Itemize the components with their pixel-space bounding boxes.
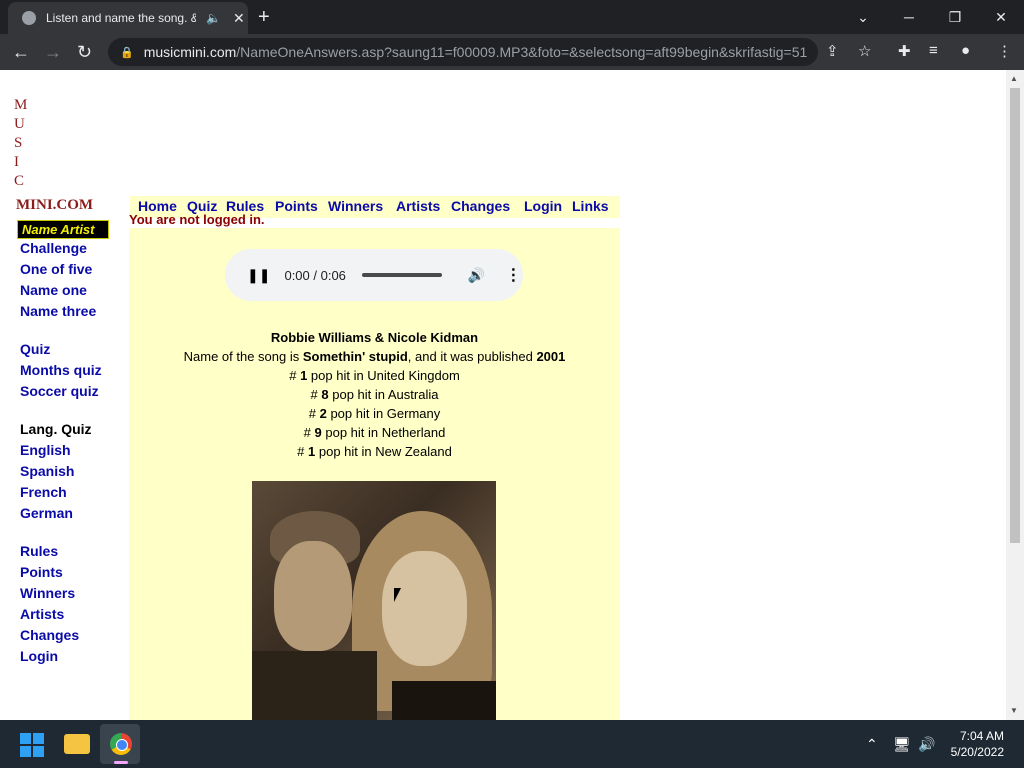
scroll-up-icon[interactable]: ▲ <box>1010 74 1018 83</box>
nav-links[interactable]: Links <box>572 198 609 214</box>
menu-one-of-five[interactable]: One of five <box>20 259 102 280</box>
artist-photo <box>252 481 496 720</box>
chart-line: # 8 pop hit in Australia <box>310 387 439 402</box>
close-tab-icon[interactable]: ✕ <box>233 10 245 27</box>
volume-icon[interactable]: 🔊 <box>468 267 485 284</box>
more-options-icon[interactable]: ⋮ <box>505 265 521 285</box>
browser-toolbar: ← → ↻ 🔒 musicmini.com/NameOneAnswers.asp… <box>0 34 1024 70</box>
menu-rules[interactable]: Rules <box>20 541 102 562</box>
scroll-down-icon[interactable]: ▼ <box>1010 706 1018 715</box>
nav-winners[interactable]: Winners <box>328 198 383 214</box>
menu-login[interactable]: Login <box>20 646 102 667</box>
chrome-taskbar-icon[interactable] <box>100 724 140 764</box>
speaker-icon[interactable]: 🔈 <box>206 11 221 25</box>
chart-line: # 2 pop hit in Germany <box>308 406 441 421</box>
menu-french[interactable]: French <box>20 482 102 503</box>
chart-line: # 1 pop hit in United Kingdom <box>289 368 460 383</box>
pause-icon[interactable]: ❚❚ <box>247 267 270 284</box>
menu-challenge[interactable]: Challenge <box>20 238 102 259</box>
file-explorer-icon[interactable] <box>64 734 90 754</box>
menu-english[interactable]: English <box>20 440 102 461</box>
profile-icon[interactable]: ● <box>961 42 970 59</box>
menu-icon[interactable]: ⋮ <box>997 42 1012 60</box>
menu-winners[interactable]: Winners <box>20 583 102 604</box>
song-title-line: Name of the song is Somethin' stupid, an… <box>183 349 566 364</box>
tab-title: Listen and name the song. & <box>46 11 196 25</box>
chevron-down-icon[interactable]: ⌄ <box>840 9 886 26</box>
menu-changes[interactable]: Changes <box>20 625 102 646</box>
lang-quiz-heading: Lang. Quiz <box>20 421 92 437</box>
media-control-icon[interactable]: ≡ <box>929 42 938 59</box>
windows-taskbar: ⌃ 🖥 🔊 7:04 AM 5/20/2022 <box>0 720 1024 768</box>
share-icon[interactable]: ⇪ <box>826 42 839 60</box>
back-button[interactable]: ← <box>12 42 30 63</box>
new-tab-button[interactable]: + <box>258 6 270 29</box>
menu-german[interactable]: German <box>20 503 102 524</box>
volume-tray-icon[interactable]: 🔊 <box>918 736 935 753</box>
system-clock[interactable]: 7:04 AM 5/20/2022 <box>951 728 1004 760</box>
audio-progress-bar[interactable] <box>361 273 442 277</box>
reload-button[interactable]: ↻ <box>77 42 92 63</box>
forward-button[interactable]: → <box>44 42 62 63</box>
nav-login[interactable]: Login <box>524 198 562 214</box>
browser-tab[interactable]: Listen and name the song. & 🔈 ✕ <box>8 2 248 34</box>
menu-name-one[interactable]: Name one <box>20 280 102 301</box>
name-artist-badge[interactable]: Name Artist <box>17 220 109 239</box>
audio-time: 0:00 / 0:06 <box>284 267 346 283</box>
nav-artists[interactable]: Artists <box>396 198 440 214</box>
restore-button[interactable]: ❐ <box>932 9 978 26</box>
windows-start-icon[interactable] <box>20 733 44 757</box>
menu-soccer-quiz[interactable]: Soccer quiz <box>20 381 102 402</box>
song-artist: Robbie Williams & Nicole Kidman <box>270 330 479 345</box>
mouse-cursor <box>394 588 401 602</box>
menu-name-three[interactable]: Name three <box>20 301 102 322</box>
star-icon[interactable]: ☆ <box>858 42 871 60</box>
chart-line: # 1 pop hit in New Zealand <box>297 444 452 459</box>
content-panel: ❚❚ 0:00 / 0:06 🔊 ⋮ Robbie Williams & Nic… <box>129 228 620 720</box>
audio-player[interactable]: ❚❚ 0:00 / 0:06 🔊 ⋮ <box>225 249 523 301</box>
globe-icon <box>22 11 36 25</box>
song-info: Robbie Williams & Nicole Kidman Name of … <box>129 328 620 461</box>
left-menu: Challenge One of five Name one Name thre… <box>20 238 102 667</box>
menu-quiz[interactable]: Quiz <box>20 339 102 360</box>
logo-letters: M U S I C <box>14 97 28 189</box>
scroll-thumb[interactable] <box>1010 88 1020 543</box>
menu-points[interactable]: Points <box>20 562 102 583</box>
chart-line: # 9 pop hit in Netherland <box>303 425 446 440</box>
network-icon[interactable]: 🖥 <box>893 736 911 753</box>
window-controls: ⌄ ─ ❐ ✕ <box>840 0 1024 34</box>
menu-artists[interactable]: Artists <box>20 604 102 625</box>
close-window-button[interactable]: ✕ <box>978 9 1024 26</box>
browser-tab-bar: Listen and name the song. & 🔈 ✕ + ⌄ ─ ❐ … <box>0 0 1024 34</box>
address-bar[interactable]: 🔒 musicmini.com/NameOneAnswers.asp?saung… <box>108 38 818 66</box>
login-status: You are not logged in. <box>129 212 265 227</box>
menu-months-quiz[interactable]: Months quiz <box>20 360 102 381</box>
nav-changes[interactable]: Changes <box>451 198 510 214</box>
extensions-icon[interactable]: ✚ <box>898 42 911 60</box>
lock-icon[interactable]: 🔒 <box>120 46 134 59</box>
chevron-up-icon[interactable]: ⌃ <box>866 736 878 753</box>
minimize-button[interactable]: ─ <box>886 9 932 25</box>
nav-points[interactable]: Points <box>275 198 318 214</box>
logo-word[interactable]: MINI.COM <box>16 197 93 214</box>
url-text[interactable]: musicmini.com/NameOneAnswers.asp?saung11… <box>144 44 814 60</box>
page-scrollbar[interactable]: ▲ ▼ <box>1006 70 1024 720</box>
menu-spanish[interactable]: Spanish <box>20 461 102 482</box>
web-page: M U S I C MINI.COM Name Artist Challenge… <box>0 70 1006 720</box>
